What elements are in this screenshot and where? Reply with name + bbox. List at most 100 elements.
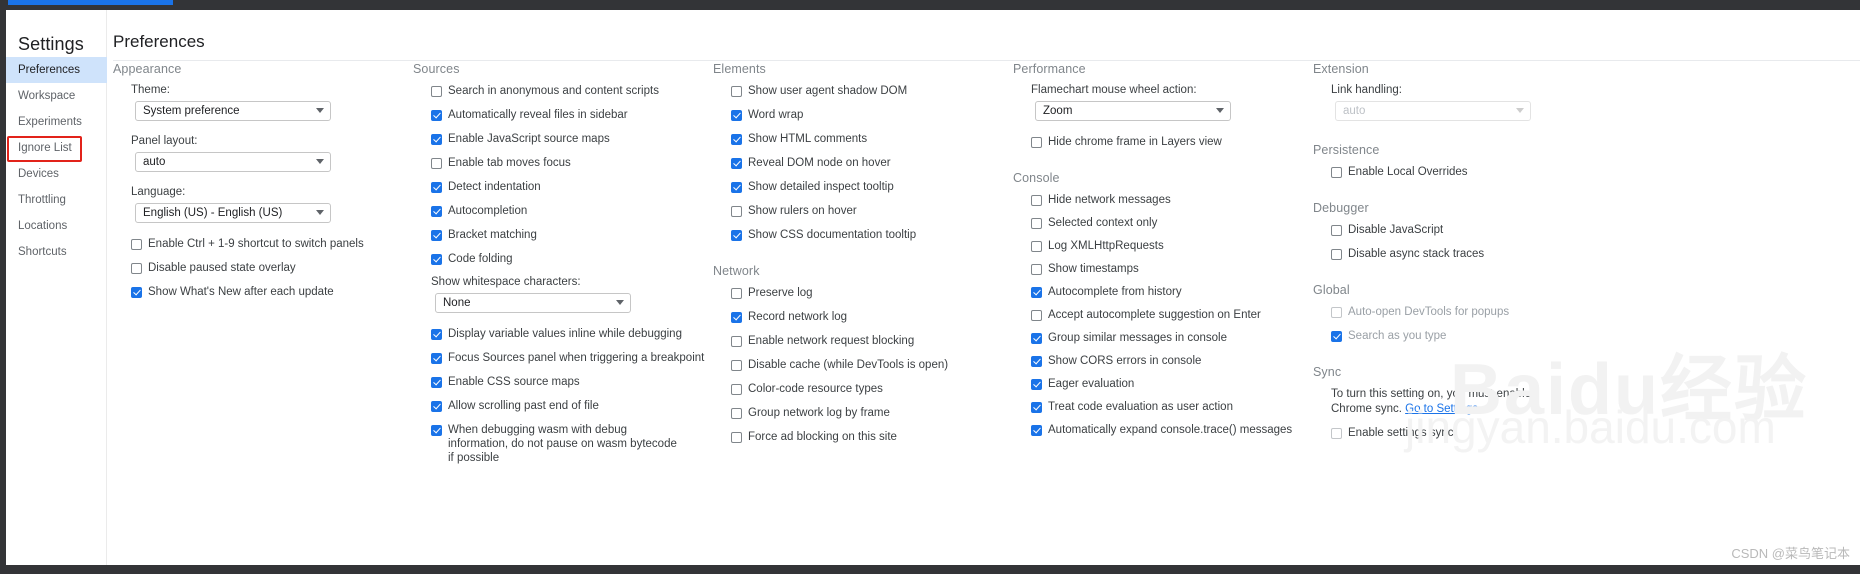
checkbox-unchecked-icon[interactable] [131,263,142,274]
checkbox-checked-icon[interactable] [1031,333,1042,344]
checkbox-checked-icon[interactable] [1031,402,1042,413]
checkbox-unchecked-icon[interactable] [1331,225,1342,236]
checkbox-row-auto-reveal-files[interactable]: Automatically reveal files in sidebar [407,108,707,122]
checkbox-unchecked-icon[interactable] [731,408,742,419]
checkbox-row-auto-expand-console-trace[interactable]: Automatically expand console.trace() mes… [1007,423,1307,437]
sidebar-item-workspace[interactable]: Workspace [6,83,107,109]
flamechart-mouse-wheel-select[interactable]: Zoom [1035,101,1231,121]
checkbox-row-show-html-comments[interactable]: Show HTML comments [707,132,1007,146]
checkbox-checked-icon[interactable] [1031,425,1042,436]
language-select[interactable]: English (US) - English (US) [135,203,331,223]
checkbox-unchecked-icon[interactable] [131,239,142,250]
checkbox-row-auto-open-devtools-for-popups[interactable]: Auto-open DevTools for popups [1307,305,1847,319]
sidebar-item-locations[interactable]: Locations [6,213,107,239]
checkbox-row-show-cors-errors[interactable]: Show CORS errors in console [1007,354,1307,368]
go-to-settings-link[interactable]: Go to Settings [1405,403,1478,415]
checkbox-checked-icon[interactable] [431,110,442,121]
sidebar-item-devices[interactable]: Devices [6,161,107,187]
checkbox-unchecked-icon[interactable] [1331,307,1342,318]
checkbox-checked-icon[interactable] [1031,379,1042,390]
checkbox-row-detect-indentation[interactable]: Detect indentation [407,180,707,194]
checkbox-row-force-ad-blocking[interactable]: Force ad blocking on this site [707,430,1007,444]
checkbox-checked-icon[interactable] [1031,356,1042,367]
checkbox-row-disable-javascript[interactable]: Disable JavaScript [1307,223,1847,237]
link-handling-select[interactable]: auto [1335,101,1531,121]
checkbox-checked-icon[interactable] [731,312,742,323]
checkbox-row-log-xmlhttprequests[interactable]: Log XMLHttpRequests [1007,239,1307,253]
checkbox-checked-icon[interactable] [731,230,742,241]
checkbox-checked-icon[interactable] [731,158,742,169]
checkbox-row-code-folding[interactable]: Code folding [407,252,707,266]
checkbox-row-show-detailed-inspect-tooltip[interactable]: Show detailed inspect tooltip [707,180,1007,194]
checkbox-row-enable-network-request-blocking[interactable]: Enable network request blocking [707,334,1007,348]
checkbox-row-autocomplete-from-history[interactable]: Autocomplete from history [1007,285,1307,299]
checkbox-row-autocompletion[interactable]: Autocompletion [407,204,707,218]
checkbox-row-reveal-dom-node-on-hover[interactable]: Reveal DOM node on hover [707,156,1007,170]
checkbox-unchecked-icon[interactable] [731,360,742,371]
checkbox-row-enable-tab-moves-focus[interactable]: Enable tab moves focus [407,156,707,170]
checkbox-row-preserve-log[interactable]: Preserve log [707,286,1007,300]
sidebar-item-preferences[interactable]: Preferences [6,57,107,83]
checkbox-row-treat-code-evaluation-as-user-action[interactable]: Treat code evaluation as user action [1007,400,1307,414]
checkbox-row-group-network-log-by-frame[interactable]: Group network log by frame [707,406,1007,420]
checkbox-row-enable-ctrl-shortcut[interactable]: Enable Ctrl + 1-9 shortcut to switch pan… [107,237,407,251]
checkbox-checked-icon[interactable] [1331,331,1342,342]
checkbox-row-color-code-resource-types[interactable]: Color-code resource types [707,382,1007,396]
checkbox-checked-icon[interactable] [431,377,442,388]
checkbox-unchecked-icon[interactable] [1031,195,1042,206]
checkbox-checked-icon[interactable] [1031,287,1042,298]
checkbox-row-selected-context-only[interactable]: Selected context only [1007,216,1307,230]
checkbox-checked-icon[interactable] [431,230,442,241]
sidebar-item-experiments[interactable]: Experiments [6,109,107,135]
checkbox-row-focus-sources-panel[interactable]: Focus Sources panel when triggering a br… [407,351,707,365]
checkbox-unchecked-icon[interactable] [431,86,442,97]
checkbox-unchecked-icon[interactable] [731,432,742,443]
checkbox-row-disable-async-stack-traces[interactable]: Disable async stack traces [1307,247,1847,261]
checkbox-row-enable-settings-sync[interactable]: Enable settings sync [1307,426,1847,440]
checkbox-unchecked-icon[interactable] [731,86,742,97]
checkbox-row-enable-css-source-maps[interactable]: Enable CSS source maps [407,375,707,389]
checkbox-unchecked-icon[interactable] [731,288,742,299]
checkbox-row-hide-network-messages[interactable]: Hide network messages [1007,193,1307,207]
checkbox-row-show-rulers-on-hover[interactable]: Show rulers on hover [707,204,1007,218]
checkbox-unchecked-icon[interactable] [1331,249,1342,260]
checkbox-checked-icon[interactable] [131,287,142,298]
checkbox-checked-icon[interactable] [731,110,742,121]
checkbox-unchecked-icon[interactable] [431,158,442,169]
checkbox-checked-icon[interactable] [431,425,442,436]
checkbox-unchecked-icon[interactable] [731,206,742,217]
checkbox-checked-icon[interactable] [431,134,442,145]
checkbox-row-hide-chrome-frame-layers[interactable]: Hide chrome frame in Layers view [1007,135,1307,149]
checkbox-unchecked-icon[interactable] [731,384,742,395]
checkbox-row-disable-paused-state-overlay[interactable]: Disable paused state overlay [107,261,407,275]
checkbox-checked-icon[interactable] [431,329,442,340]
checkbox-row-display-variable-values-inline[interactable]: Display variable values inline while deb… [407,327,707,341]
checkbox-unchecked-icon[interactable] [1031,137,1042,148]
checkbox-checked-icon[interactable] [431,206,442,217]
checkbox-row-group-similar-messages[interactable]: Group similar messages in console [1007,331,1307,345]
checkbox-unchecked-icon[interactable] [1331,428,1342,439]
checkbox-row-wasm-debug-no-pause[interactable]: When debugging wasm with debug informati… [407,423,707,465]
checkbox-row-accept-autocomplete-on-enter[interactable]: Accept autocomplete suggestion on Enter [1007,308,1307,322]
checkbox-checked-icon[interactable] [731,134,742,145]
checkbox-row-search-as-you-type[interactable]: Search as you type [1307,329,1847,343]
checkbox-row-allow-scrolling-past-end[interactable]: Allow scrolling past end of file [407,399,707,413]
checkbox-row-bracket-matching[interactable]: Bracket matching [407,228,707,242]
checkbox-row-show-user-agent-shadow-dom[interactable]: Show user agent shadow DOM [707,84,1007,98]
theme-select[interactable]: System preference [135,101,331,121]
checkbox-row-show-timestamps[interactable]: Show timestamps [1007,262,1307,276]
checkbox-checked-icon[interactable] [731,182,742,193]
checkbox-checked-icon[interactable] [431,401,442,412]
checkbox-checked-icon[interactable] [431,353,442,364]
checkbox-unchecked-icon[interactable] [1031,218,1042,229]
checkbox-row-eager-evaluation[interactable]: Eager evaluation [1007,377,1307,391]
checkbox-unchecked-icon[interactable] [1031,241,1042,252]
sidebar-item-ignore-list[interactable]: Ignore List [6,135,107,162]
checkbox-row-enable-local-overrides[interactable]: Enable Local Overrides [1307,165,1847,179]
whitespace-select[interactable]: None [435,293,631,313]
sidebar-item-throttling[interactable]: Throttling [6,187,107,213]
checkbox-checked-icon[interactable] [431,254,442,265]
checkbox-row-word-wrap[interactable]: Word wrap [707,108,1007,122]
checkbox-row-show-css-documentation-tooltip[interactable]: Show CSS documentation tooltip [707,228,1007,242]
checkbox-row-show-whats-new[interactable]: Show What's New after each update [107,285,407,299]
